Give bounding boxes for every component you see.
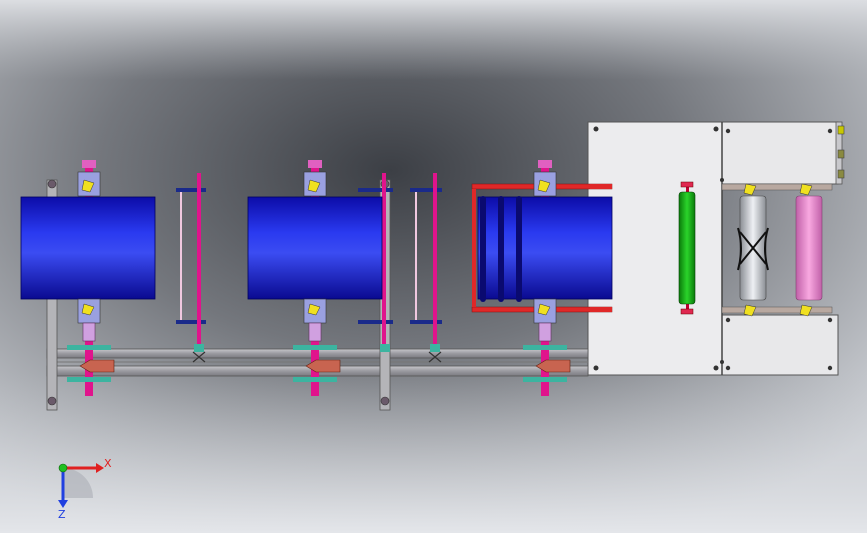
roller-body: [795, 195, 823, 301]
green-roller[interactable]: [678, 181, 696, 315]
drum-spindle-cap: [538, 160, 552, 168]
roller-mount-top: [721, 183, 833, 191]
drum-spring: [82, 322, 96, 342]
z-axis-label: Z: [58, 508, 66, 521]
drum-spindle-cap: [308, 160, 322, 168]
drum-cylinder: [20, 196, 156, 300]
rail-end-cap-bottom: [590, 307, 612, 312]
pink-roller[interactable]: [795, 183, 823, 317]
drum-spring: [308, 322, 322, 342]
drum-spring: [538, 322, 552, 342]
drum-spindle-cap: [82, 160, 96, 168]
y-axis-dot: [58, 463, 68, 473]
housing-plate-upper: [721, 121, 839, 185]
drum-collar-lower: [523, 377, 567, 382]
housing-connectors: [837, 125, 845, 179]
assembly-model-view[interactable]: X Z: [0, 0, 867, 533]
drum-collar-lower: [67, 377, 111, 382]
roller-mount-bottom: [721, 306, 833, 314]
drum-cylinder: [247, 196, 383, 300]
drum-collar: [293, 345, 337, 350]
drum-collar-lower: [293, 377, 337, 382]
roller-cap-bottom: [680, 308, 694, 315]
housing-plate-lower: [721, 314, 839, 376]
cad-viewport[interactable]: X Z: [0, 0, 867, 533]
roller-body: [678, 191, 696, 305]
roller-cap-top: [680, 181, 694, 188]
x-axis-label: X: [104, 457, 112, 470]
drum-collar: [67, 345, 111, 350]
drum-collar: [523, 345, 567, 350]
rail-post-left: [472, 189, 476, 307]
rail-end-cap-top: [590, 184, 612, 189]
